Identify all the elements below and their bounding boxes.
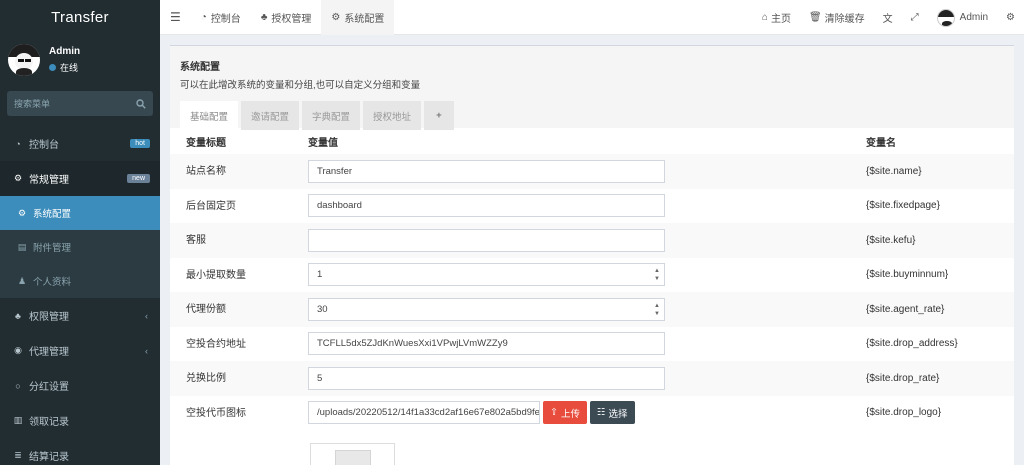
menu-icon: ☰ xyxy=(170,10,181,24)
sidebar: Transfer Admin 在线 搜索菜单 ◔ 控制台 hot ⚙ 常规管理 … xyxy=(0,0,160,465)
search-icon[interactable] xyxy=(136,99,146,109)
tab-auth-address[interactable]: 授权地址 xyxy=(363,101,421,130)
table-row: 代理份额 30▲▼ {$site.agent_rate} xyxy=(170,292,1014,327)
drop-rate-input[interactable]: 5 xyxy=(308,367,665,390)
sidebar-search-input[interactable]: 搜索菜单 xyxy=(7,91,153,116)
list-icon: ☷ xyxy=(597,407,606,418)
sidebar-submenu: ⚙ 系统配置 ▤ 附件管理 ♟ 个人资料 xyxy=(0,196,160,298)
online-dot-icon xyxy=(49,64,56,71)
sidebar-toggle-button[interactable]: ☰ xyxy=(160,0,191,35)
kefu-input[interactable] xyxy=(308,229,665,252)
sidebar-item-claim-records[interactable]: ▥ 领取记录 xyxy=(0,403,160,438)
table-row: 空投合约地址 TCFLL5dx5ZJdKnWuesXxi1VPwjLVmWZZy… xyxy=(170,327,1014,362)
settings-button[interactable]: ⚙ xyxy=(997,0,1024,35)
header-value: 变量值 xyxy=(292,128,850,154)
tab-dashboard[interactable]: ◔ 控制台 xyxy=(191,0,251,35)
sidebar-item-dashboard[interactable]: ◔ 控制台 hot xyxy=(0,126,160,161)
sidebar-item-permissions[interactable]: ♣ 权限管理 ‹ xyxy=(0,298,160,333)
gear-icon: ⚙ xyxy=(16,208,28,219)
table-row: 空投代币图标 /uploads/20220512/14f1a33cd2af16e… xyxy=(170,396,1014,431)
image-placeholder-icon xyxy=(335,450,371,465)
dashboard-icon: ◔ xyxy=(12,139,24,149)
user-name: Admin xyxy=(49,46,80,57)
fullscreen-icon: ⤢ xyxy=(911,12,919,23)
sidebar-item-dividend[interactable]: ○ 分红设置 xyxy=(0,368,160,403)
table-row: 最小提取数量 1▲▼ {$site.buyminnum} xyxy=(170,258,1014,293)
trash-icon: 🗑 xyxy=(809,12,822,23)
database-icon: ≣ xyxy=(12,450,24,461)
drop-logo-input[interactable]: /uploads/20220512/14f1a33cd2af16e67e802a… xyxy=(308,401,540,424)
page-title: 系统配置 xyxy=(180,58,1004,73)
avatar xyxy=(8,44,40,76)
min-withdraw-input[interactable]: 1▲▼ xyxy=(308,263,665,286)
user-menu[interactable]: Admin xyxy=(928,0,997,35)
header-name: 变量名 xyxy=(850,128,1014,154)
tab-dictionary-config[interactable]: 字典配置 xyxy=(302,101,360,130)
agent-rate-input[interactable]: 30▲▼ xyxy=(308,298,665,321)
group-icon: ♣ xyxy=(261,12,268,23)
table-row: 后台固定页 dashboard {$site.fixedpage} xyxy=(170,189,1014,224)
hot-badge: hot xyxy=(130,139,150,148)
file-image-icon: ▤ xyxy=(16,242,28,253)
site-name-input[interactable]: Transfer xyxy=(308,160,665,183)
sidebar-item-attachments[interactable]: ▤ 附件管理 xyxy=(0,230,160,264)
search-placeholder: 搜索菜单 xyxy=(14,97,50,110)
choose-button[interactable]: ☷选择 xyxy=(590,401,635,424)
config-tabs: 基础配置 邀请配置 字典配置 授权地址 + xyxy=(180,101,1004,130)
sidebar-item-settlement-records[interactable]: ≣ 结算记录 xyxy=(0,438,160,465)
translate-icon: 文 xyxy=(883,10,893,25)
number-stepper-icon[interactable]: ▲▼ xyxy=(654,302,660,318)
bank-icon: ▥ xyxy=(12,415,24,426)
upload-button[interactable]: ⇪上传 xyxy=(543,401,587,424)
sidebar-item-profile[interactable]: ♟ 个人资料 xyxy=(0,264,160,298)
user-status: 在线 xyxy=(49,61,80,74)
tab-auth-management[interactable]: ♣ 授权管理 xyxy=(251,0,322,35)
top-navbar: ☰ ◔ 控制台 ♣ 授权管理 ⚙ 系统配置 ⌂ 主页 🗑 清除缓存 文 ⤢ Ad… xyxy=(160,0,1024,35)
tab-basic-config[interactable]: 基础配置 xyxy=(180,101,238,130)
chevron-left-icon: ‹ xyxy=(145,346,148,356)
config-panel: 系统配置 可以在此增改系统的变量和分组,也可以自定义分组和变量 基础配置 邀请配… xyxy=(170,45,1014,465)
upload-icon: ⇪ xyxy=(550,407,558,418)
gear-icon: ⚙ xyxy=(331,12,340,23)
header-title: 变量标题 xyxy=(170,128,292,154)
dashboard-icon: ◔ xyxy=(201,12,207,23)
sidebar-item-agents[interactable]: ◉ 代理管理 ‹ xyxy=(0,333,160,368)
user-panel: Admin 在线 xyxy=(0,35,160,85)
home-icon: ⌂ xyxy=(762,12,768,23)
clear-cache-button[interactable]: 🗑 清除缓存 xyxy=(800,0,874,35)
fullscreen-button[interactable]: ⤢ xyxy=(902,0,928,35)
language-button[interactable]: 文 xyxy=(874,0,902,35)
drop-address-input[interactable]: TCFLL5dx5ZJdKnWuesXxi1VPwjLVmWZZy9 xyxy=(308,332,665,355)
circle-icon: ○ xyxy=(12,381,24,391)
user-icon: ♟ xyxy=(16,276,28,287)
home-link[interactable]: ⌂ 主页 xyxy=(753,0,800,35)
chevron-left-icon: ‹ xyxy=(145,311,148,321)
user-circle-icon: ◉ xyxy=(12,345,24,356)
table-row: 客服 {$site.kefu} xyxy=(170,223,1014,258)
table-row: 站点名称 Transfer {$site.name} xyxy=(170,154,1014,189)
number-stepper-icon[interactable]: ▲▼ xyxy=(654,267,660,283)
new-badge: new xyxy=(127,174,150,183)
fixed-page-input[interactable]: dashboard xyxy=(308,194,665,217)
brand-logo[interactable]: Transfer xyxy=(0,0,160,35)
table-row: 兑换比例 5 {$site.drop_rate} xyxy=(170,361,1014,396)
sidebar-item-common[interactable]: ⚙ 常规管理 new xyxy=(0,161,160,196)
config-table: 变量标题 变量值 变量名 站点名称 Transfer {$site.name} … xyxy=(170,128,1014,430)
logo-preview-thumbnail[interactable] xyxy=(310,443,395,465)
tab-invite-config[interactable]: 邀请配置 xyxy=(241,101,299,130)
sidebar-item-system-config[interactable]: ⚙ 系统配置 xyxy=(0,196,160,230)
group-icon: ♣ xyxy=(12,311,24,321)
cogs-icon: ⚙ xyxy=(12,173,24,184)
avatar xyxy=(937,9,955,27)
tab-system-config[interactable]: ⚙ 系统配置 xyxy=(321,0,394,35)
page-description: 可以在此增改系统的变量和分组,也可以自定义分组和变量 xyxy=(180,77,1004,91)
cogs-icon: ⚙ xyxy=(1006,12,1015,23)
add-group-button[interactable]: + xyxy=(424,101,454,130)
